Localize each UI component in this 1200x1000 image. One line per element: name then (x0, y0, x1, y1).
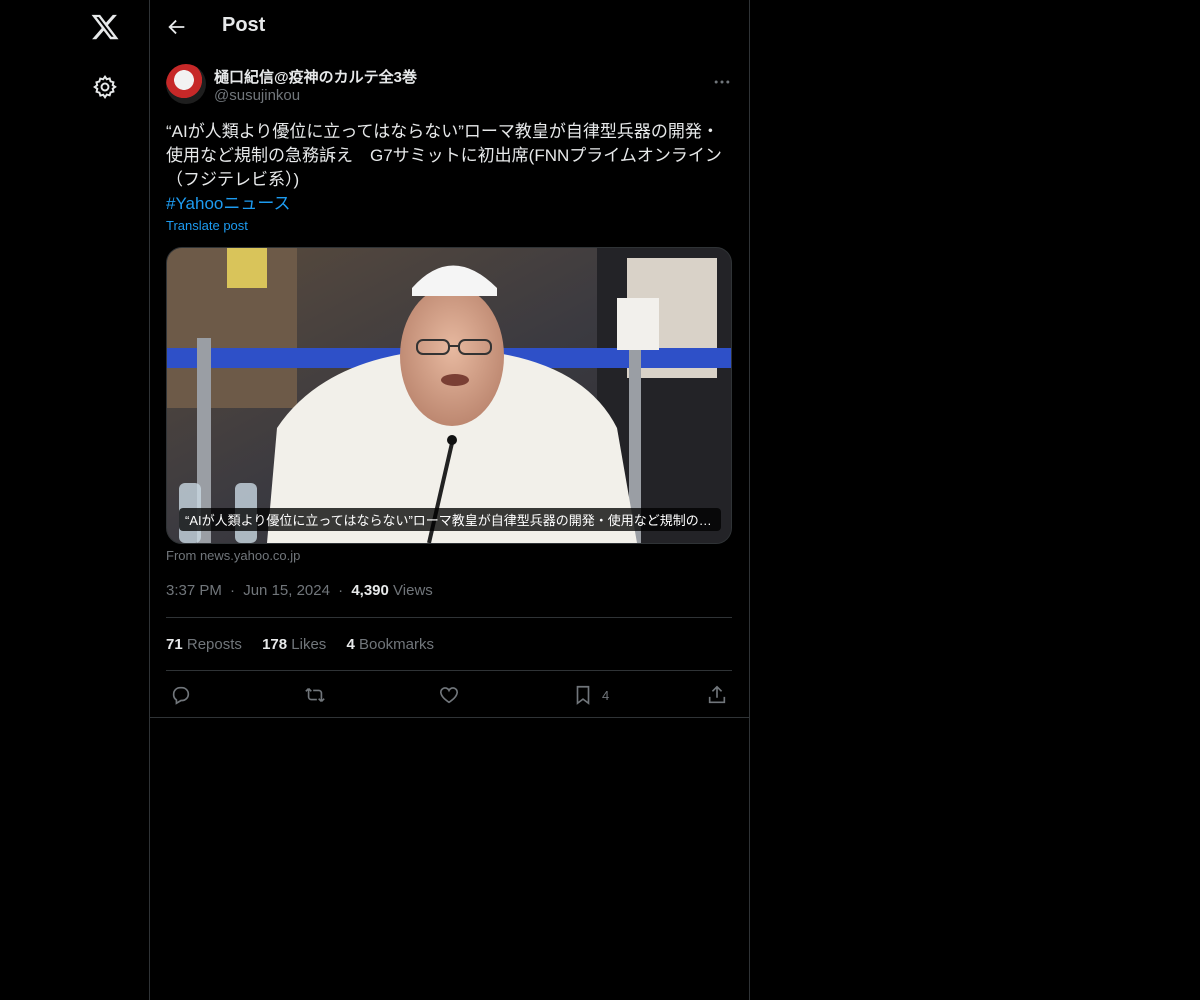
media-caption: “AIが人類より優位に立ってはならない”ローマ教皇が自律型兵器の開発・使用など規… (179, 508, 721, 531)
link-source[interactable]: From news.yahoo.co.jp (166, 548, 300, 563)
post-date[interactable]: Jun 15, 2024 (243, 582, 330, 599)
like-icon (439, 687, 459, 704)
repost-button[interactable] (304, 684, 326, 706)
like-button[interactable] (438, 684, 460, 706)
likes-stat[interactable]: 178 Likes (262, 636, 330, 653)
bookmarks-stat[interactable]: 4 Bookmarks (346, 636, 434, 653)
reposts-label: Reposts (186, 636, 242, 653)
share-button[interactable] (706, 684, 728, 706)
repost-icon (305, 687, 325, 703)
post-text: “AIが人類より優位に立ってはならない”ローマ教皇が自律型兵器の開発・使用など規… (166, 120, 732, 216)
top-bar: Post (150, 0, 749, 53)
reply-button[interactable] (170, 684, 192, 706)
likes-label: Likes (291, 636, 327, 653)
reposts-stat[interactable]: 71 Reposts (166, 636, 246, 653)
author-name[interactable]: 樋口紀信@疫神のカルテ全3巻 (214, 66, 417, 87)
likes-count: 178 (262, 636, 288, 653)
views-label: Views (393, 582, 433, 599)
post-body: “AIが人類より優位に立ってはならない”ローマ教皇が自律型兵器の開発・使用など規… (166, 122, 722, 189)
views-count: 4,390 (351, 582, 389, 599)
back-arrow-icon[interactable] (166, 16, 188, 38)
divider (166, 617, 732, 618)
bookmark-button[interactable]: 4 (572, 684, 609, 706)
divider (166, 670, 732, 671)
hashtag-link[interactable]: #Yahooニュース (166, 192, 732, 216)
translate-post-link[interactable]: Translate post (166, 218, 248, 233)
share-icon (708, 685, 726, 704)
post-meta: 3:37 PM · Jun 15, 2024 · 4,390 Views (166, 582, 433, 599)
avatar[interactable] (166, 64, 206, 104)
reposts-count: 71 (166, 636, 183, 653)
media-image (167, 248, 731, 543)
divider (150, 717, 749, 718)
action-bar: 4 (166, 684, 732, 708)
bookmarks-count: 4 (346, 636, 355, 653)
page-title: Post (222, 14, 266, 36)
main-column: Post 樋口紀信@疫神のカルテ全3巻 @susujinkou “AIが人類より… (149, 0, 750, 1000)
more-icon[interactable] (712, 72, 732, 92)
author-handle[interactable]: @susujinkou (214, 87, 300, 104)
bookmark-count: 4 (602, 687, 610, 703)
bookmark-icon (576, 685, 590, 705)
settings-gear-icon[interactable] (92, 74, 118, 100)
post-time[interactable]: 3:37 PM (166, 582, 222, 599)
meta-separator: · (230, 582, 236, 599)
media-card[interactable]: “AIが人類より優位に立ってはならない”ローマ教皇が自律型兵器の開発・使用など規… (166, 247, 732, 544)
meta-separator: · (338, 582, 344, 599)
left-nav (0, 0, 150, 1000)
engagement-stats: 71 Reposts 178 Likes 4 Bookmarks (166, 636, 450, 653)
x-logo-icon[interactable] (90, 12, 120, 42)
reply-icon (172, 686, 190, 705)
bookmarks-label: Bookmarks (358, 636, 435, 653)
